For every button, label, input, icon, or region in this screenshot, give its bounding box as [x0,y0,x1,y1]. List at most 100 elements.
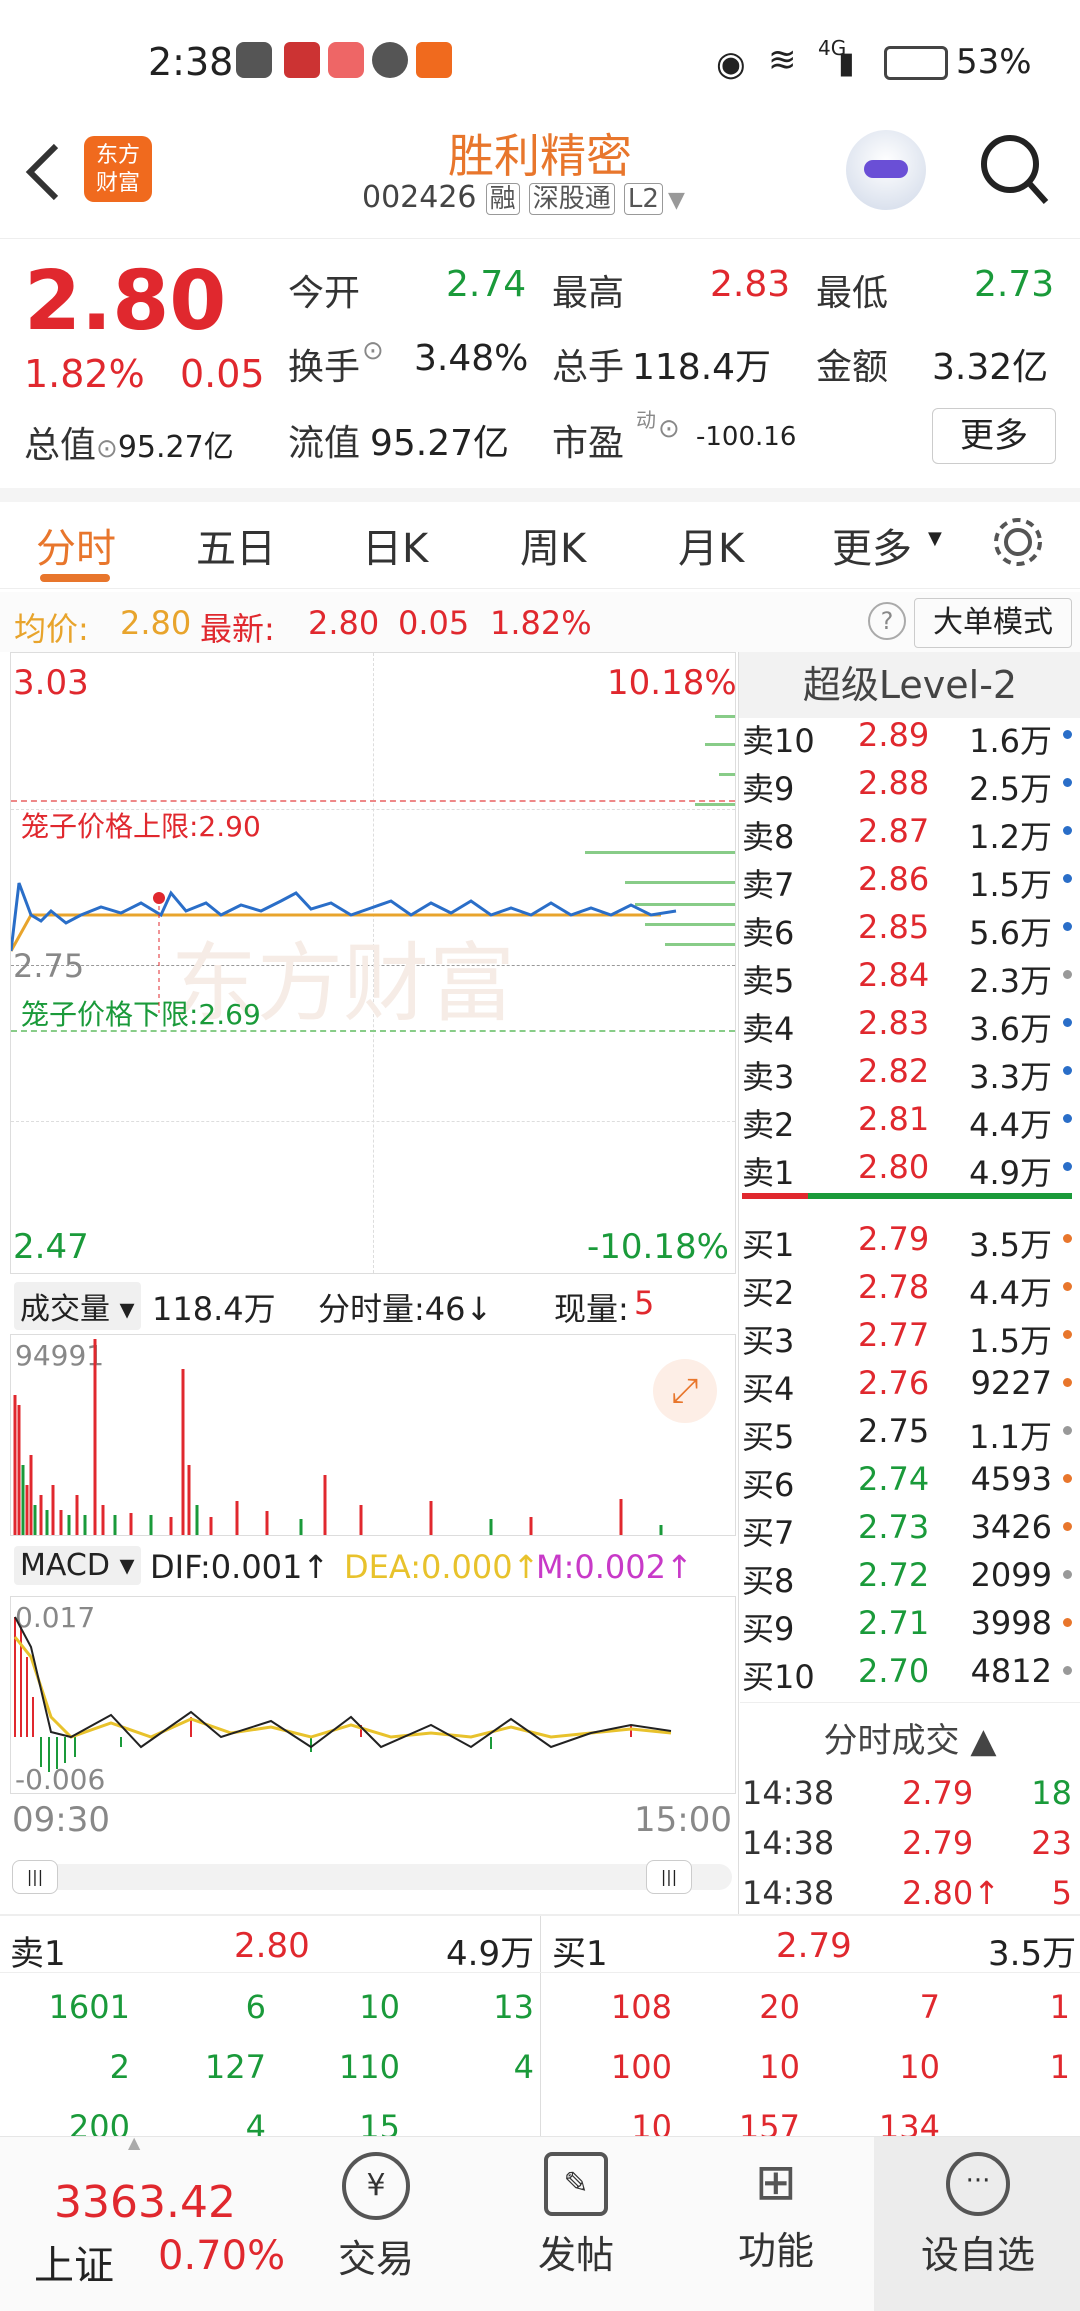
turnover-info-icon[interactable]: ⊙ [362,336,384,366]
collapse-arrow-icon[interactable]: ▲ [128,2133,140,2152]
level-price: 2.84 [858,956,930,994]
level-volume: 1.5万 [969,866,1052,904]
volume-value: 118.4万 [632,347,772,388]
bids-level-row[interactable]: 买3 2.77 1.5万 [742,1310,1080,1360]
quote-panel: 2.80 1.82% 0.05 总值⊙95.27亿 今开 2.74 最高 2.8… [0,238,1080,502]
asks-level-row[interactable]: 卖1 2.80 4.9万 [742,1142,1080,1192]
pe-label: 市盈 [552,423,625,464]
macd-header: MACD ▾ DIF:0.001↑ DEA:0.000↑ M:0.002↑ [10,1538,734,1594]
tab-more[interactable]: 更多 [832,516,912,574]
scrollbar-right-handle[interactable]: ||| [646,1860,692,1894]
tab-five-day[interactable]: 五日 [196,516,276,574]
volume-bars [13,1339,663,1535]
latest-label: 最新: [200,610,275,648]
level-volume: 3998 [970,1604,1052,1642]
asks-level-row[interactable]: 卖3 2.82 3.3万 [742,1046,1080,1096]
asks-level-row[interactable]: 卖4 2.83 3.6万 [742,998,1080,1048]
settings-icon[interactable] [990,514,1046,570]
level-price: 2.80 [858,1148,930,1186]
nav-add-watchlist[interactable]: ··· 设自选 [878,2140,1078,2310]
robot-assistant-icon[interactable] [846,130,926,210]
nav-post[interactable]: ✎ 发帖 [476,2140,676,2310]
nav-trade[interactable]: ¥ 交易 [276,2140,476,2310]
float-label: 流值 [288,423,361,464]
level2-title[interactable]: 超级Level-2 [739,652,1080,718]
dropdown-icon[interactable]: ▼ [668,188,685,213]
level-label: 卖1 [742,1154,795,1192]
level-dot-icon [1063,874,1072,883]
asks-level-row[interactable]: 卖2 2.81 4.4万 [742,1094,1080,1144]
time-axis-start: 09:30 [12,1800,110,1840]
bids-level-row[interactable]: 买8 2.72 2099 [742,1550,1080,1600]
tick-price: 2.79 [902,1774,974,1812]
eastmoney-logo[interactable]: 东方 财富 [84,136,152,202]
queue-cell: 20 [759,1988,800,2026]
volume-chart[interactable]: 94991 ⤢ [10,1334,736,1536]
level-label: 买3 [742,1322,795,1360]
tick-price: 2.79 [902,1824,974,1862]
level-label: 买1 [742,1226,795,1264]
level-label: 卖7 [742,866,795,904]
bids-level-row[interactable]: 买6 2.74 4593 [742,1454,1080,1504]
bids-level-row[interactable]: 买10 2.70 4812 [742,1646,1080,1696]
pe-info-icon[interactable]: ⊙ [658,414,680,444]
bids-level-row[interactable]: 买7 2.73 3426 [742,1502,1080,1552]
asks-level-row[interactable]: 卖5 2.84 2.3万 [742,950,1080,1000]
status-time: 2:38 [148,40,234,84]
info-icon[interactable]: ⊙ [96,434,118,464]
avg-label: 均价: [14,610,89,648]
level-dot-icon [1063,1666,1072,1675]
level-label: 买9 [742,1610,795,1648]
time-axis-end: 15:00 [634,1800,732,1840]
asks-level-row[interactable]: 卖7 2.86 1.5万 [742,854,1080,904]
nav-functions[interactable]: ⊞ 功能 [676,2140,876,2310]
bids-level-row[interactable]: 买4 2.76 9227 [742,1358,1080,1408]
asks-level-row[interactable]: 卖9 2.88 2.5万 [742,758,1080,808]
eye-icon: ◉ [716,44,746,84]
level-label: 买4 [742,1370,795,1408]
bids-level-row[interactable]: 买9 2.71 3998 [742,1598,1080,1648]
back-icon[interactable] [22,142,62,202]
queue-cell: 10 [359,1988,400,2026]
scrollbar-left-handle[interactable]: ||| [12,1860,58,1894]
time-range-scrollbar[interactable]: ||| ||| [12,1860,732,1894]
wechat-icon [372,42,408,78]
tab-intraday[interactable]: 分时 [36,516,116,574]
more-button[interactable]: 更多 [932,408,1056,464]
tick-title[interactable]: 分时成交 ▲ [740,1713,1080,1762]
asks-level-row[interactable]: 卖6 2.85 5.6万 [742,902,1080,952]
queue-cell: 110 [338,2048,400,2086]
stock-name[interactable]: 胜利精密 [340,120,740,186]
search-icon[interactable] [976,130,1052,210]
bids-level-row[interactable]: 买2 2.78 4.4万 [742,1262,1080,1312]
big-order-mode-button[interactable]: 大单模式 [914,598,1072,648]
index-value[interactable]: 3363.42 [54,2177,236,2228]
queue-cell: 1 [1049,2048,1070,2086]
macd-chart[interactable]: 0.017 -0.006 [10,1596,736,1796]
bids-level-row[interactable]: 买5 2.75 1.1万 [742,1406,1080,1456]
tab-monthly-k[interactable]: 月K [678,516,744,574]
volume-label: 成交量 [20,1292,110,1327]
macd-selector[interactable]: MACD ▾ [14,1546,141,1585]
level-volume: 2.3万 [969,962,1052,1000]
latest-percent: 1.82% [490,604,592,642]
level-price: 2.88 [858,764,930,802]
status-bar: 2:38 ◉ ≋ 4G ▮ 53% [0,0,1080,120]
tab-weekly-k[interactable]: 周K [520,516,586,574]
bids-level-row[interactable]: 买1 2.79 3.5万 [742,1214,1080,1264]
tick-row: 14:38 2.79 23 [742,1818,1080,1866]
asks-level-row[interactable]: 卖8 2.87 1.2万 [742,806,1080,856]
help-icon[interactable]: ? [868,602,906,640]
intraday-chart[interactable]: 东方财富 3.03 10.18% 2.75 2.47 -10.18% 笼子价格上… [10,652,737,1274]
stock-code-line: 002426 融 深股通 L2 ▼ [362,180,685,215]
high-label: 最高 [552,273,625,314]
level-label: 卖2 [742,1106,795,1144]
asks-level-row[interactable]: 卖10 2.89 1.6万 [742,710,1080,760]
logo-text-2: 财富 [95,171,140,196]
queue-buy-volume: 3.5万 [988,1934,1077,1974]
level-volume: 3.3万 [969,1058,1052,1096]
tab-daily-k[interactable]: 日K [362,516,428,574]
level-label: 买5 [742,1418,795,1456]
volume-selector[interactable]: 成交量 ▾ [14,1282,141,1330]
level-price: 2.86 [858,860,930,898]
